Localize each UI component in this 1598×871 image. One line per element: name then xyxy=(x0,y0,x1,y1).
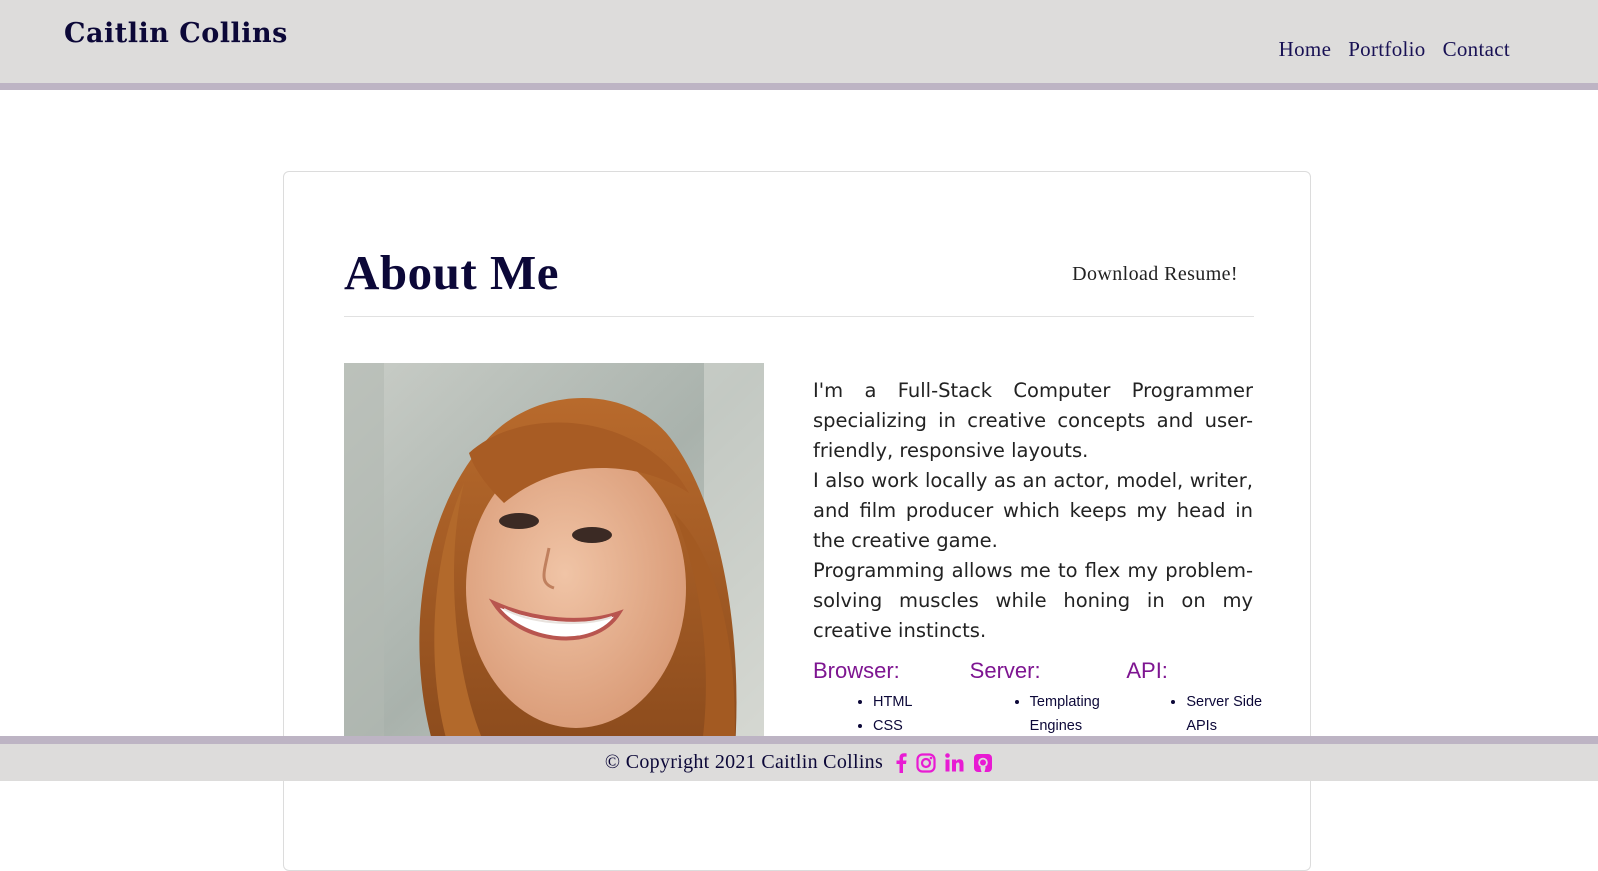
bio-paragraph: Programming allows me to flex my problem… xyxy=(813,559,1253,642)
site-footer: © Copyright 2021 Caitlin Collins xyxy=(0,736,1598,781)
skill-list: Server Side APIs xyxy=(1126,690,1283,738)
copyright-text: © Copyright 2021 Caitlin Collins xyxy=(604,751,884,773)
about-title: About Me xyxy=(344,245,559,300)
facebook-icon[interactable] xyxy=(895,752,907,773)
skill-list: Templating Engines xyxy=(970,690,1127,738)
nav-portfolio-link[interactable]: Portfolio xyxy=(1348,37,1425,62)
skill-heading: API: xyxy=(1126,658,1168,683)
bio-paragraph: I'm a Full-Stack Computer Programmer spe… xyxy=(813,379,1253,462)
profile-photo xyxy=(344,363,764,763)
download-resume-button[interactable]: Download Resume! xyxy=(1072,263,1238,286)
skill-item: CSS xyxy=(873,714,970,738)
linkedin-icon[interactable] xyxy=(945,753,964,772)
github-icon[interactable] xyxy=(973,753,993,773)
skill-column-server: Server: Templating Engines xyxy=(970,658,1127,738)
site-brand[interactable]: Caitlin Collins xyxy=(64,18,288,49)
bio-text: I'm a Full-Stack Computer Programmer spe… xyxy=(813,376,1253,646)
skill-column-api: API: Server Side APIs xyxy=(1126,658,1283,738)
skill-item: Templating Engines xyxy=(1030,690,1127,738)
skills-section: Browser: HTML CSS Server: Templating Eng… xyxy=(813,658,1283,738)
nav-home-link[interactable]: Home xyxy=(1279,37,1332,62)
skill-heading: Browser: xyxy=(813,658,900,683)
nav-contact-link[interactable]: Contact xyxy=(1443,37,1510,62)
divider xyxy=(344,316,1254,317)
skill-item: HTML xyxy=(873,690,970,714)
skill-item: Server Side APIs xyxy=(1186,690,1283,738)
main-nav: Home Portfolio Contact xyxy=(1279,37,1510,62)
instagram-icon[interactable] xyxy=(916,752,936,773)
social-links xyxy=(895,752,993,773)
skill-column-browser: Browser: HTML CSS xyxy=(813,658,970,738)
skill-list: HTML CSS xyxy=(813,690,970,738)
bio-paragraph: I also work locally as an actor, model, … xyxy=(813,469,1253,552)
site-header: Caitlin Collins Home Portfolio Contact xyxy=(0,0,1598,90)
skill-heading: Server: xyxy=(969,658,1041,683)
